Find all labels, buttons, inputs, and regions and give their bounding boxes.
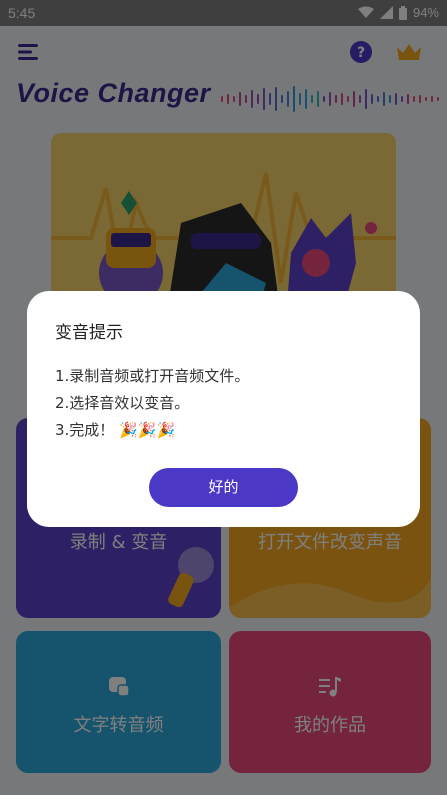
voice-change-tip-dialog: 变音提示 1.录制音频或打开音频文件。 2.选择音效以变音。 3.完成！ 🎉🎉🎉… <box>27 291 420 527</box>
dialog-title: 变音提示 <box>55 323 123 343</box>
ok-button[interactable]: 好的 <box>149 468 298 507</box>
dialog-step-1: 1.录制音频或打开音频文件。 <box>55 367 250 385</box>
dialog-step-3: 3.完成！ 🎉🎉🎉 <box>55 419 175 440</box>
dialog-step-2: 2.选择音效以变音。 <box>55 394 190 412</box>
party-popper-emoji: 🎉🎉🎉 <box>119 421 176 439</box>
dialog-step-3-text: 3.完成！ <box>55 421 115 439</box>
